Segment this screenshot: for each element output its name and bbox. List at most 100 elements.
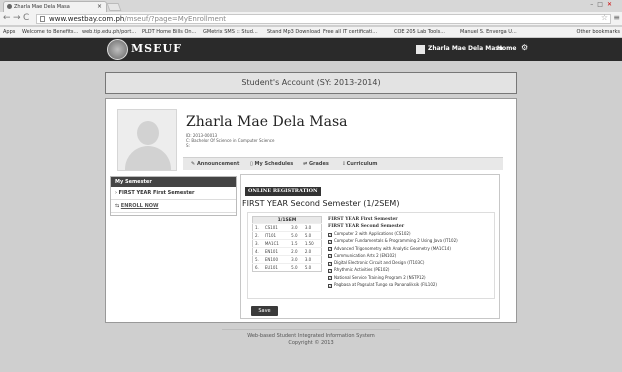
student-photo-placeholder (117, 109, 177, 171)
back-icon[interactable]: ← (3, 13, 11, 24)
subject-item[interactable]: ✓ Communication Arts 2 (EN102) (328, 253, 493, 260)
close-window-icon[interactable]: ✕ (607, 1, 616, 8)
subject-item[interactable]: ✓ Advanced Trigonometry with Analytic Geo… (328, 246, 493, 253)
subject-item[interactable]: ✓ Computer 2 with Applications (CS102) (328, 231, 493, 238)
registration-box: 1/1SEM 1. CS101 3.0 3.0 2. IT101 5.0 5.0 3. MA1C1… (247, 212, 495, 299)
subject-label: Computer Fundamentals & Programming 2 Us… (334, 238, 458, 244)
checkbox-icon[interactable]: ✓ (328, 268, 332, 273)
page-title: Student's Account (SY: 2013-2014) (105, 72, 517, 94)
maximize-icon[interactable]: □ (597, 1, 607, 8)
forward-icon[interactable]: → (13, 13, 21, 24)
site-brand[interactable]: MSEUF (131, 42, 182, 55)
registration-content: ONLINE REGISTRATION FIRST YEAR Second Se… (240, 174, 500, 319)
bookmark-item[interactable]: Free all IT certificati... (323, 29, 377, 35)
browser-tab[interactable]: Zharla Mae Dela Masa × (3, 1, 107, 12)
window-controls[interactable]: –□✕ (590, 1, 616, 8)
bookmark-item[interactable]: Manuel S. Enverga U... (460, 29, 517, 35)
subject-label: Communication Arts 2 (EN102) (334, 252, 397, 258)
footer-system-name: Web-based Student Integrated Information… (247, 333, 375, 339)
avatar-head (137, 121, 159, 145)
url-host: www.westbay.com.ph (49, 15, 125, 23)
checkbox-icon[interactable]: ✓ (328, 247, 332, 252)
table-cell-u1: 5.0 (289, 263, 303, 272)
bookmark-item[interactable]: PLDT Home Bills On... (142, 29, 196, 35)
table-cell-u2: 5.0 (302, 231, 322, 240)
student-course: C: Bachelor Of Science in Computer Scien… (186, 138, 275, 143)
bookmark-star-icon[interactable]: ☆ (601, 13, 608, 22)
table-cell-no: 1. (252, 223, 263, 232)
student-year: S: (186, 143, 190, 148)
table-cell-no: 4. (252, 247, 263, 256)
checkbox-icon[interactable]: ✓ (328, 283, 332, 288)
subject-label: Digital Electronic Circuit and Design (I… (334, 260, 425, 266)
table-cell-code: CS101 (262, 223, 290, 232)
subject-heading-first-sem: FIRST YEAR First Semester (328, 217, 398, 222)
table-cell-code: EU101 (262, 263, 290, 272)
sidebar-item-enroll-now[interactable]: ⇆ ENROLL NOW (111, 200, 236, 213)
subject-label: Pagbasa at Pagsulat Tungo sa Pananaliksi… (334, 282, 437, 288)
table-cell-code: EN100 (262, 255, 290, 264)
browser-menu-icon[interactable]: ≡ (613, 13, 620, 22)
bookmark-item[interactable]: GMetrix SMS :: Stud... (203, 29, 258, 35)
url-path: /mseuf/?page=MyEnrollment (124, 15, 227, 23)
table-row: 1. CS101 3.0 3.0 (252, 223, 322, 232)
footer-copyright: Copyright © 2013 (288, 340, 334, 346)
checkbox-icon[interactable]: ✓ (328, 276, 332, 281)
table-cell-u1: 3.0 (289, 223, 303, 232)
home-link[interactable]: Home (497, 45, 516, 52)
table-row: 4. EN101 2.0 2.0 (252, 247, 322, 256)
table-cell-u2: 3.0 (302, 255, 322, 264)
address-bar[interactable]: www.westbay.com.ph/mseuf/?page=MyEnrollm… (36, 14, 611, 24)
table-cell-u2: 2.0 (302, 247, 322, 256)
subject-item[interactable]: ✓ Rhythmic Activities (PE102) (328, 267, 493, 274)
subject-item[interactable]: ✓ Computer Fundamentals & Programming 2 U… (328, 238, 493, 245)
chevron-right-icon: › (115, 190, 117, 196)
subject-label: National Service Training Program 2 (NST… (334, 274, 426, 280)
profile-tabs: ✎ Announcement ▯ My Schedules ⇌ Grades ⁞… (183, 157, 503, 170)
checkbox-icon[interactable]: ✓ (328, 239, 332, 244)
student-name: Zharla Mae Dela Masa (186, 114, 348, 130)
tab-grades[interactable]: ⇌ Grades (303, 158, 329, 170)
table-cell-no: 5. (252, 255, 263, 264)
subject-item[interactable]: ✓ Pagbasa at Pagsulat Tungo sa Pananaliks… (328, 282, 493, 289)
checkbox-icon[interactable]: ✓ (328, 261, 332, 266)
tab-announcement[interactable]: ✎ Announcement (191, 158, 239, 170)
user-name-link[interactable]: Zharla Mae Dela Masa (428, 45, 503, 52)
other-bookmarks[interactable]: Other bookmarks (577, 29, 620, 35)
table-header: 1/1SEM (252, 216, 322, 224)
avatar-body (125, 146, 171, 170)
bookmark-apps[interactable]: Apps (3, 29, 15, 35)
gear-icon[interactable]: ⚙ (521, 43, 528, 52)
table-cell-u1: 2.0 (289, 247, 303, 256)
close-tab-icon[interactable]: × (97, 2, 102, 12)
reload-icon[interactable]: C (23, 13, 29, 24)
tab-my-schedules[interactable]: ▯ My Schedules (250, 158, 293, 170)
subject-item[interactable]: ✓ Digital Electronic Circuit and Design (… (328, 260, 493, 267)
favicon-icon (7, 4, 12, 9)
bookmark-item[interactable]: COE 205 Lab Tools... (394, 29, 445, 35)
page-icon (40, 16, 45, 22)
table-cell-code: IT101 (262, 231, 290, 240)
bookmark-item[interactable]: web.tip.edu.ph/port... (82, 29, 136, 35)
bookmark-item[interactable]: Stand Mp3 Download (267, 29, 320, 35)
semester-sidebar: My Semester › FIRST YEAR First Semester … (110, 176, 237, 216)
checkbox-icon[interactable]: ✓ (328, 232, 332, 237)
table-cell-no: 6. (252, 263, 263, 272)
new-tab-button[interactable] (106, 3, 122, 11)
tab-curriculum[interactable]: ⁞ Curriculum (343, 158, 378, 170)
enroll-icon: ⇆ (115, 203, 120, 209)
subject-label: Rhythmic Activities (PE102) (334, 267, 390, 273)
checkbox-icon[interactable]: ✓ (328, 254, 332, 259)
table-cell-u2: 5.0 (302, 263, 322, 272)
sidebar-item-first-semester[interactable]: › FIRST YEAR First Semester (111, 187, 236, 200)
table-cell-code: EN101 (262, 247, 290, 256)
footer-divider (222, 329, 400, 330)
table-cell-u1: 5.0 (289, 231, 303, 240)
subject-item[interactable]: ✓ National Service Training Program 2 (NS… (328, 275, 493, 282)
subject-label: Advanced Trigonometry with Analytic Geom… (334, 245, 451, 251)
bookmark-item[interactable]: Welcome to Benefits... (22, 29, 78, 35)
save-button[interactable]: Save (251, 306, 278, 316)
table-cell-u2: 1.50 (302, 239, 322, 248)
table-row: 3. MA1C1 1.5 1.50 (252, 239, 322, 248)
user-avatar (416, 45, 425, 54)
